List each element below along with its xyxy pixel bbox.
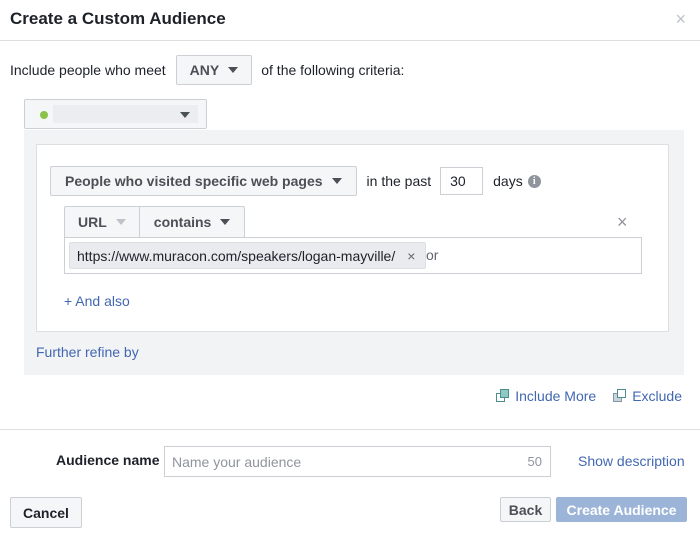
- url-token-input[interactable]: https://www.muracon.com/speakers/logan-m…: [64, 237, 642, 274]
- remove-condition-icon[interactable]: ×: [617, 212, 628, 233]
- create-audience-button[interactable]: Create Audience: [556, 497, 687, 522]
- exclude-link[interactable]: Exclude: [613, 388, 682, 404]
- pixel-source-dropdown[interactable]: [24, 99, 207, 129]
- close-icon[interactable]: ×: [675, 9, 686, 30]
- rule-panel: People who visited specific web pages in…: [24, 130, 684, 375]
- criteria-prefix: Include people who meet: [10, 62, 166, 78]
- url-token-text: https://www.muracon.com/speakers/logan-m…: [77, 247, 396, 264]
- show-description-link[interactable]: Show description: [578, 453, 685, 469]
- event-type-value: People who visited specific web pages: [65, 173, 323, 189]
- chevron-down-icon: [115, 219, 126, 225]
- days-label: days: [493, 173, 523, 189]
- match-mode-dropdown[interactable]: ANY: [175, 55, 253, 85]
- back-button[interactable]: Back: [500, 497, 551, 522]
- field-dropdown[interactable]: URL: [64, 206, 140, 238]
- timeframe-label: in the past: [366, 173, 432, 189]
- chevron-down-icon: [228, 67, 239, 73]
- field-value: URL: [78, 214, 107, 230]
- event-type-dropdown[interactable]: People who visited specific web pages: [50, 166, 357, 196]
- audience-name-field: 50: [164, 446, 551, 477]
- visit-row: People who visited specific web pages in…: [50, 166, 541, 196]
- exclude-icon: [613, 389, 627, 403]
- chevron-down-icon: [180, 112, 190, 118]
- cancel-button[interactable]: Cancel: [10, 497, 82, 528]
- audience-name-input[interactable]: [165, 447, 505, 476]
- or-label: or: [426, 247, 439, 263]
- further-refine-link[interactable]: Further refine by: [36, 344, 139, 360]
- dialog-header: Create a Custom Audience ×: [0, 0, 700, 41]
- divider: [0, 429, 700, 430]
- days-input[interactable]: [440, 167, 484, 195]
- include-more-label: Include More: [515, 388, 597, 404]
- remove-token-icon[interactable]: ×: [407, 248, 415, 264]
- audience-name-label: Audience name: [56, 452, 160, 468]
- dialog-title: Create a Custom Audience: [10, 9, 226, 28]
- and-also-link[interactable]: + And also: [64, 293, 130, 309]
- operator-value: contains: [153, 214, 212, 230]
- criteria-suffix: of the following criteria:: [261, 62, 405, 78]
- char-count: 50: [527, 454, 542, 469]
- criteria-row: Include people who meet ANY of the follo…: [10, 55, 404, 85]
- include-exclude-actions: Include More Exclude: [496, 388, 682, 404]
- status-dot-icon: [40, 111, 48, 119]
- url-condition-row: URL contains: [64, 206, 246, 238]
- url-token: https://www.muracon.com/speakers/logan-m…: [69, 242, 427, 269]
- chevron-down-icon: [331, 178, 342, 184]
- include-more-link[interactable]: Include More: [496, 388, 596, 404]
- match-mode-value: ANY: [189, 62, 220, 78]
- include-icon: [496, 389, 510, 403]
- chevron-down-icon: [220, 219, 231, 225]
- info-icon[interactable]: i: [527, 174, 541, 188]
- exclude-label: Exclude: [632, 388, 682, 404]
- pixel-name-redacted: [53, 105, 198, 123]
- rule-box: People who visited specific web pages in…: [36, 144, 669, 332]
- operator-dropdown[interactable]: contains: [139, 206, 246, 238]
